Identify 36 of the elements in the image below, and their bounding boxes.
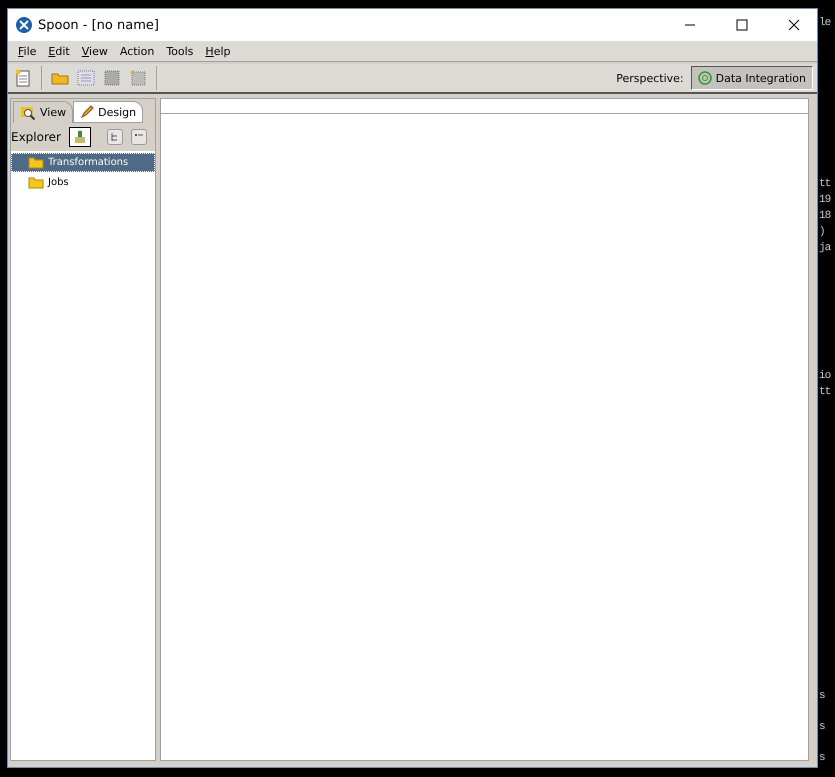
folder-icon [28, 156, 44, 169]
perspective-button[interactable]: Data Integration [690, 66, 813, 90]
magnifier-icon [20, 106, 36, 120]
console-text: ) [819, 226, 825, 239]
menu-item[interactable]: View [76, 42, 114, 60]
maximize-icon [736, 19, 748, 31]
console-text: 18 [819, 210, 830, 223]
target-icon [698, 71, 712, 85]
console-text: le [819, 17, 830, 30]
expand-tree-button[interactable] [106, 129, 123, 145]
explorer-label: Explorer [11, 130, 61, 144]
tree-icon [110, 132, 120, 142]
console-text: s [819, 721, 825, 734]
menu-item[interactable]: File [12, 42, 42, 60]
menu-item[interactable]: Action [114, 42, 160, 60]
tree-item[interactable]: Transformations [11, 153, 155, 172]
pencil-icon [80, 105, 94, 119]
app-logo-icon [16, 17, 32, 33]
panel-tab[interactable]: View [13, 101, 74, 123]
collapse-tree-button[interactable] [130, 129, 147, 145]
menu-item[interactable]: Edit [42, 42, 76, 60]
perspective-label: Perspective: [616, 72, 684, 84]
console-text: ja [819, 242, 830, 255]
window-title: Spoon - [no name] [38, 18, 160, 32]
menu-item[interactable]: Tools [160, 42, 200, 60]
console-text: s [819, 690, 825, 703]
console-text: s [819, 752, 825, 765]
close-icon [788, 19, 800, 31]
console-text: io [819, 370, 830, 383]
menu-item[interactable]: Help [199, 42, 237, 60]
panel-tab[interactable]: Design [73, 101, 144, 123]
console-text: tt [819, 386, 830, 399]
console-text: 19 [819, 194, 830, 207]
paint-brush-icon[interactable] [68, 127, 91, 147]
console-text: tt [819, 178, 830, 191]
folder-icon [28, 176, 44, 189]
